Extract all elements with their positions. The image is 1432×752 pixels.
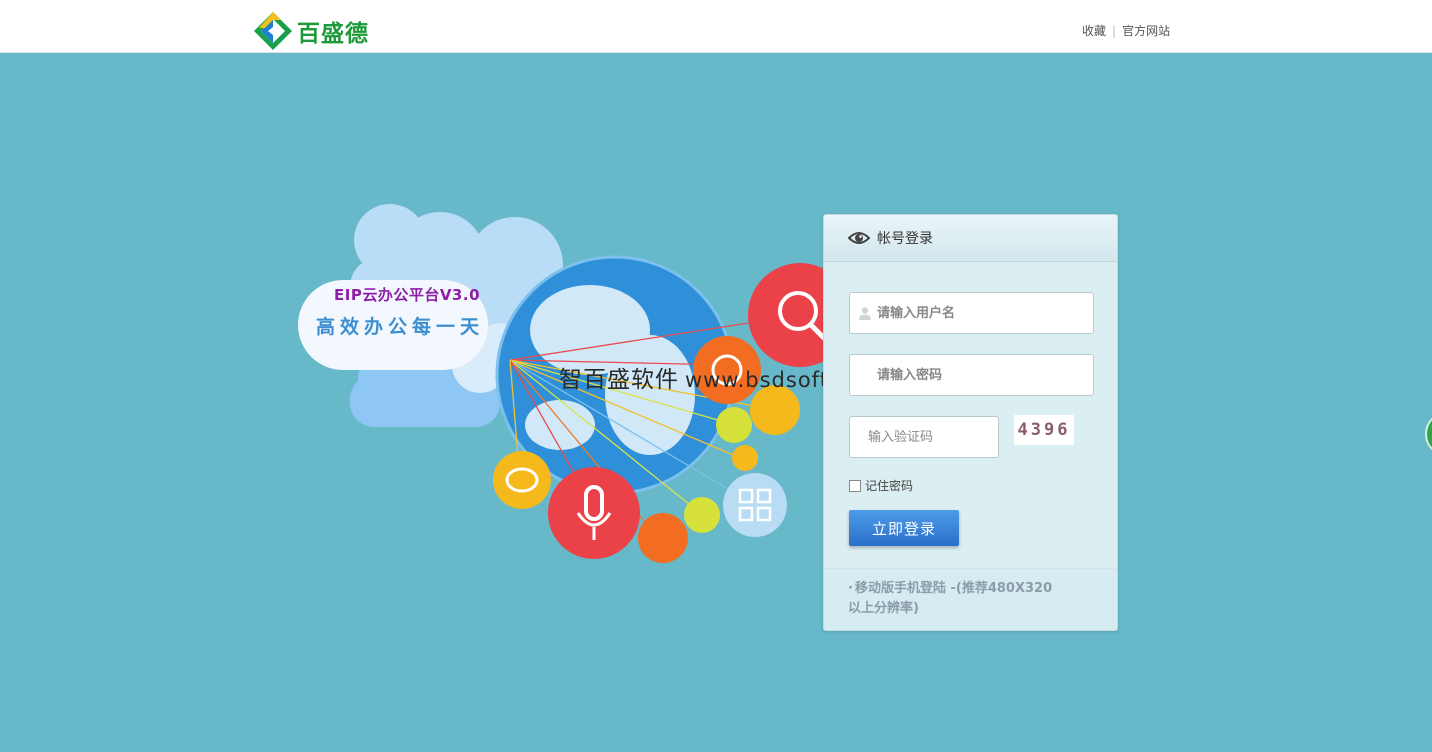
watermark-cn: 智百盛软件: [559, 367, 679, 393]
top-links: 收藏 | 官方网站: [1082, 22, 1170, 39]
login-title: 帐号登录: [877, 231, 933, 247]
captcha-input[interactable]: [868, 422, 988, 452]
slogan-title: EIP云办公平台V3.0: [334, 286, 481, 304]
remember-password[interactable]: 记住密码: [849, 477, 913, 494]
bullet-dot: ·: [848, 581, 853, 596]
captcha-image[interactable]: 4396: [1014, 415, 1074, 445]
login-panel-header: 帐号登录: [824, 215, 1117, 262]
username-input[interactable]: [877, 298, 1077, 328]
eye-icon: [848, 232, 870, 244]
brand-logo[interactable]: 百盛德: [251, 9, 369, 53]
official-site-link[interactable]: 官方网站: [1122, 22, 1170, 39]
slogan-subtitle: 高效办公每一天: [316, 316, 485, 338]
login-panel-footer: · 移动版手机登陆 -(推荐480X320 以上分辨率): [824, 568, 1117, 630]
mobile-link-text: 移动版手机登陆 -(推荐480X320 以上分辨率): [848, 581, 1053, 616]
login-panel: 帐号登录 4396 记住密码 立即登录 ·移动版手机登陆 -(推荐480X320…: [823, 214, 1118, 631]
password-field[interactable]: [849, 354, 1094, 396]
username-field[interactable]: [849, 292, 1094, 334]
remember-checkbox[interactable]: [849, 479, 861, 492]
captcha-field[interactable]: [849, 416, 999, 458]
logo-diamond-icon: [254, 12, 292, 50]
watermark: 智百盛软件 www.bsdsoft.cn: [559, 360, 863, 394]
password-input[interactable]: [877, 360, 1077, 390]
user-icon: [859, 307, 871, 320]
side-float-button[interactable]: [1425, 415, 1432, 453]
bookmark-link[interactable]: 收藏: [1082, 22, 1106, 39]
link-separator: |: [1112, 23, 1117, 38]
logo-text: 百盛德: [297, 21, 369, 47]
top-header: 百盛德 收藏 | 官方网站: [0, 0, 1432, 53]
mobile-login-link[interactable]: · 移动版手机登陆 -(推荐480X320 以上分辨率): [848, 579, 1063, 619]
login-button[interactable]: 立即登录: [849, 510, 959, 546]
remember-label: 记住密码: [865, 479, 914, 493]
